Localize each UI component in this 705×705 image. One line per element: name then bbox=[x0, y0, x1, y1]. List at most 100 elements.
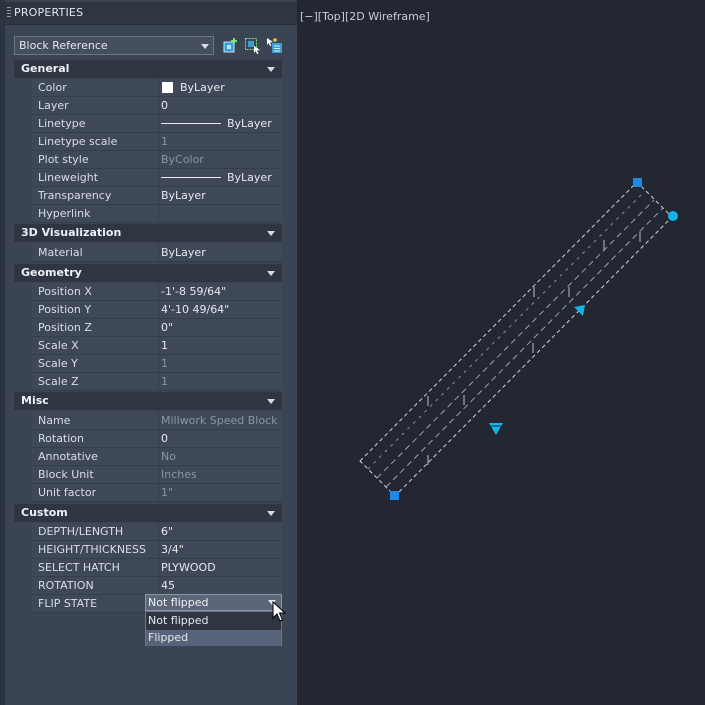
property-row-layer[interactable]: Layer 0 bbox=[14, 97, 282, 115]
property-row-block-unit[interactable]: Block Unit Inches bbox=[14, 466, 282, 484]
color-swatch bbox=[162, 82, 173, 93]
property-row-lineweight[interactable]: Lineweight ByLayer bbox=[14, 169, 282, 187]
block-inner-line bbox=[385, 207, 664, 488]
mouse-cursor-icon bbox=[272, 601, 286, 622]
section-general[interactable]: General bbox=[14, 60, 282, 78]
block-inner-line bbox=[376, 199, 655, 479]
property-value: 1 bbox=[161, 375, 168, 388]
palette-titlebar[interactable]: PROPERTIES bbox=[5, 2, 297, 25]
option-not-flipped[interactable]: Not flipped bbox=[146, 613, 281, 629]
chevron-down-icon bbox=[201, 44, 209, 49]
property-row-height-thickness[interactable]: HEIGHT/THICKNESS 3/4" bbox=[14, 541, 282, 559]
grip-square[interactable] bbox=[390, 491, 399, 500]
collapse-arrow-icon[interactable] bbox=[267, 399, 275, 404]
property-value: 1 bbox=[161, 135, 168, 148]
property-value: 4'-10 49/64" bbox=[161, 303, 230, 316]
section-3d-visualization[interactable]: 3D Visualization bbox=[14, 224, 282, 242]
property-name: Position Z bbox=[38, 321, 92, 334]
object-type-value: Block Reference bbox=[19, 39, 108, 52]
property-row-linetype-scale[interactable]: Linetype scale 1 bbox=[14, 133, 282, 151]
property-row-plot-style[interactable]: Plot style ByColor bbox=[14, 151, 282, 169]
section-geometry[interactable]: Geometry bbox=[14, 264, 282, 282]
palette-edge-strip bbox=[0, 0, 5, 705]
property-row-rotation[interactable]: Rotation 0 bbox=[14, 430, 282, 448]
option-flipped[interactable]: Flipped bbox=[146, 630, 281, 646]
drawing-viewport[interactable] bbox=[297, 0, 705, 705]
property-value: ByLayer bbox=[227, 117, 272, 130]
property-name: Linetype bbox=[38, 117, 86, 130]
property-value: 1 bbox=[161, 357, 168, 370]
property-value: ByLayer bbox=[180, 81, 225, 94]
grip-square[interactable] bbox=[633, 178, 642, 187]
property-value: ByLayer bbox=[227, 171, 272, 184]
section-misc[interactable]: Misc bbox=[14, 392, 282, 410]
property-name: HEIGHT/THICKNESS bbox=[38, 543, 146, 556]
property-row-material[interactable]: Material ByLayer bbox=[14, 244, 282, 262]
quick-select-icon[interactable] bbox=[222, 37, 239, 54]
property-name: Annotative bbox=[38, 450, 98, 463]
lineweight-preview bbox=[161, 177, 221, 178]
block-inner-line bbox=[367, 190, 646, 470]
collapse-arrow-icon[interactable] bbox=[267, 271, 275, 276]
property-row-depth-length[interactable]: DEPTH/LENGTH 6" bbox=[14, 523, 282, 541]
property-row-select-hatch[interactable]: SELECT HATCH PLYWOOD bbox=[14, 559, 282, 577]
property-name: Layer bbox=[38, 99, 69, 112]
property-name: Transparency bbox=[38, 189, 112, 202]
toggle-pickadd-icon[interactable] bbox=[266, 37, 283, 54]
option-label: Not flipped bbox=[148, 614, 209, 627]
flip-state-dropdown[interactable]: Not flipped bbox=[145, 594, 282, 611]
property-row-unit-factor[interactable]: Unit factor 1" bbox=[14, 484, 282, 502]
property-row-custom-rotation[interactable]: ROTATION 45 bbox=[14, 577, 282, 595]
property-value: 6" bbox=[161, 525, 174, 538]
collapse-arrow-icon[interactable] bbox=[267, 231, 275, 236]
property-name: Color bbox=[38, 81, 67, 94]
property-name: Position X bbox=[38, 285, 92, 298]
property-row-scale-y[interactable]: Scale Y 1 bbox=[14, 355, 282, 373]
linetype-preview bbox=[161, 123, 221, 124]
section-custom[interactable]: Custom bbox=[14, 504, 282, 522]
property-value: 0" bbox=[161, 321, 174, 334]
property-row-scale-z[interactable]: Scale Z 1 bbox=[14, 373, 282, 391]
property-name: Unit factor bbox=[38, 486, 97, 499]
grip-rotation-arrow[interactable] bbox=[574, 305, 585, 316]
millwork-block[interactable] bbox=[359, 181, 673, 497]
property-value: 3/4" bbox=[161, 543, 184, 556]
property-row-position-z[interactable]: Position Z 0" bbox=[14, 319, 282, 337]
property-row-position-y[interactable]: Position Y 4'-10 49/64" bbox=[14, 301, 282, 319]
property-value: Millwork Speed Block bbox=[161, 414, 278, 427]
collapse-arrow-icon[interactable] bbox=[267, 67, 275, 72]
drag-grip-icon[interactable] bbox=[7, 7, 11, 19]
property-row-scale-x[interactable]: Scale X 1 bbox=[14, 337, 282, 355]
property-name: Linetype scale bbox=[38, 135, 118, 148]
section-label: General bbox=[21, 62, 70, 75]
property-value: 0 bbox=[161, 99, 168, 112]
property-row-position-x[interactable]: Position X -1'-8 59/64" bbox=[14, 283, 282, 301]
property-name: Lineweight bbox=[38, 171, 99, 184]
property-name: DEPTH/LENGTH bbox=[38, 525, 124, 538]
property-value: ByColor bbox=[161, 153, 204, 166]
select-objects-icon[interactable] bbox=[244, 37, 261, 54]
object-type-dropdown[interactable]: Block Reference bbox=[14, 36, 214, 55]
palette-title: PROPERTIES bbox=[14, 6, 84, 19]
property-name: ROTATION bbox=[38, 579, 94, 592]
property-value: Inches bbox=[161, 468, 197, 481]
property-row-hyperlink[interactable]: Hyperlink bbox=[14, 205, 282, 223]
property-row-transparency[interactable]: Transparency ByLayer bbox=[14, 187, 282, 205]
section-label: Misc bbox=[21, 394, 49, 407]
property-row-linetype[interactable]: Linetype ByLayer bbox=[14, 115, 282, 133]
property-value: -1'-8 59/64" bbox=[161, 285, 227, 298]
property-value: ByLayer bbox=[161, 189, 206, 202]
section-label: Custom bbox=[21, 506, 68, 519]
collapse-arrow-icon[interactable] bbox=[267, 511, 275, 516]
property-row-annotative[interactable]: Annotative No bbox=[14, 448, 282, 466]
property-value: PLYWOOD bbox=[161, 561, 216, 574]
property-name: Hyperlink bbox=[38, 207, 91, 220]
option-label: Flipped bbox=[148, 631, 189, 644]
property-name: Scale Y bbox=[38, 357, 78, 370]
property-name: Scale Z bbox=[38, 375, 79, 388]
property-row-color[interactable]: Color ByLayer bbox=[14, 79, 282, 97]
flip-grip-icon[interactable] bbox=[489, 423, 503, 435]
section-label: 3D Visualization bbox=[21, 226, 122, 239]
property-row-name[interactable]: Name Millwork Speed Block bbox=[14, 412, 282, 430]
grip-stretch-dot[interactable] bbox=[668, 211, 678, 221]
